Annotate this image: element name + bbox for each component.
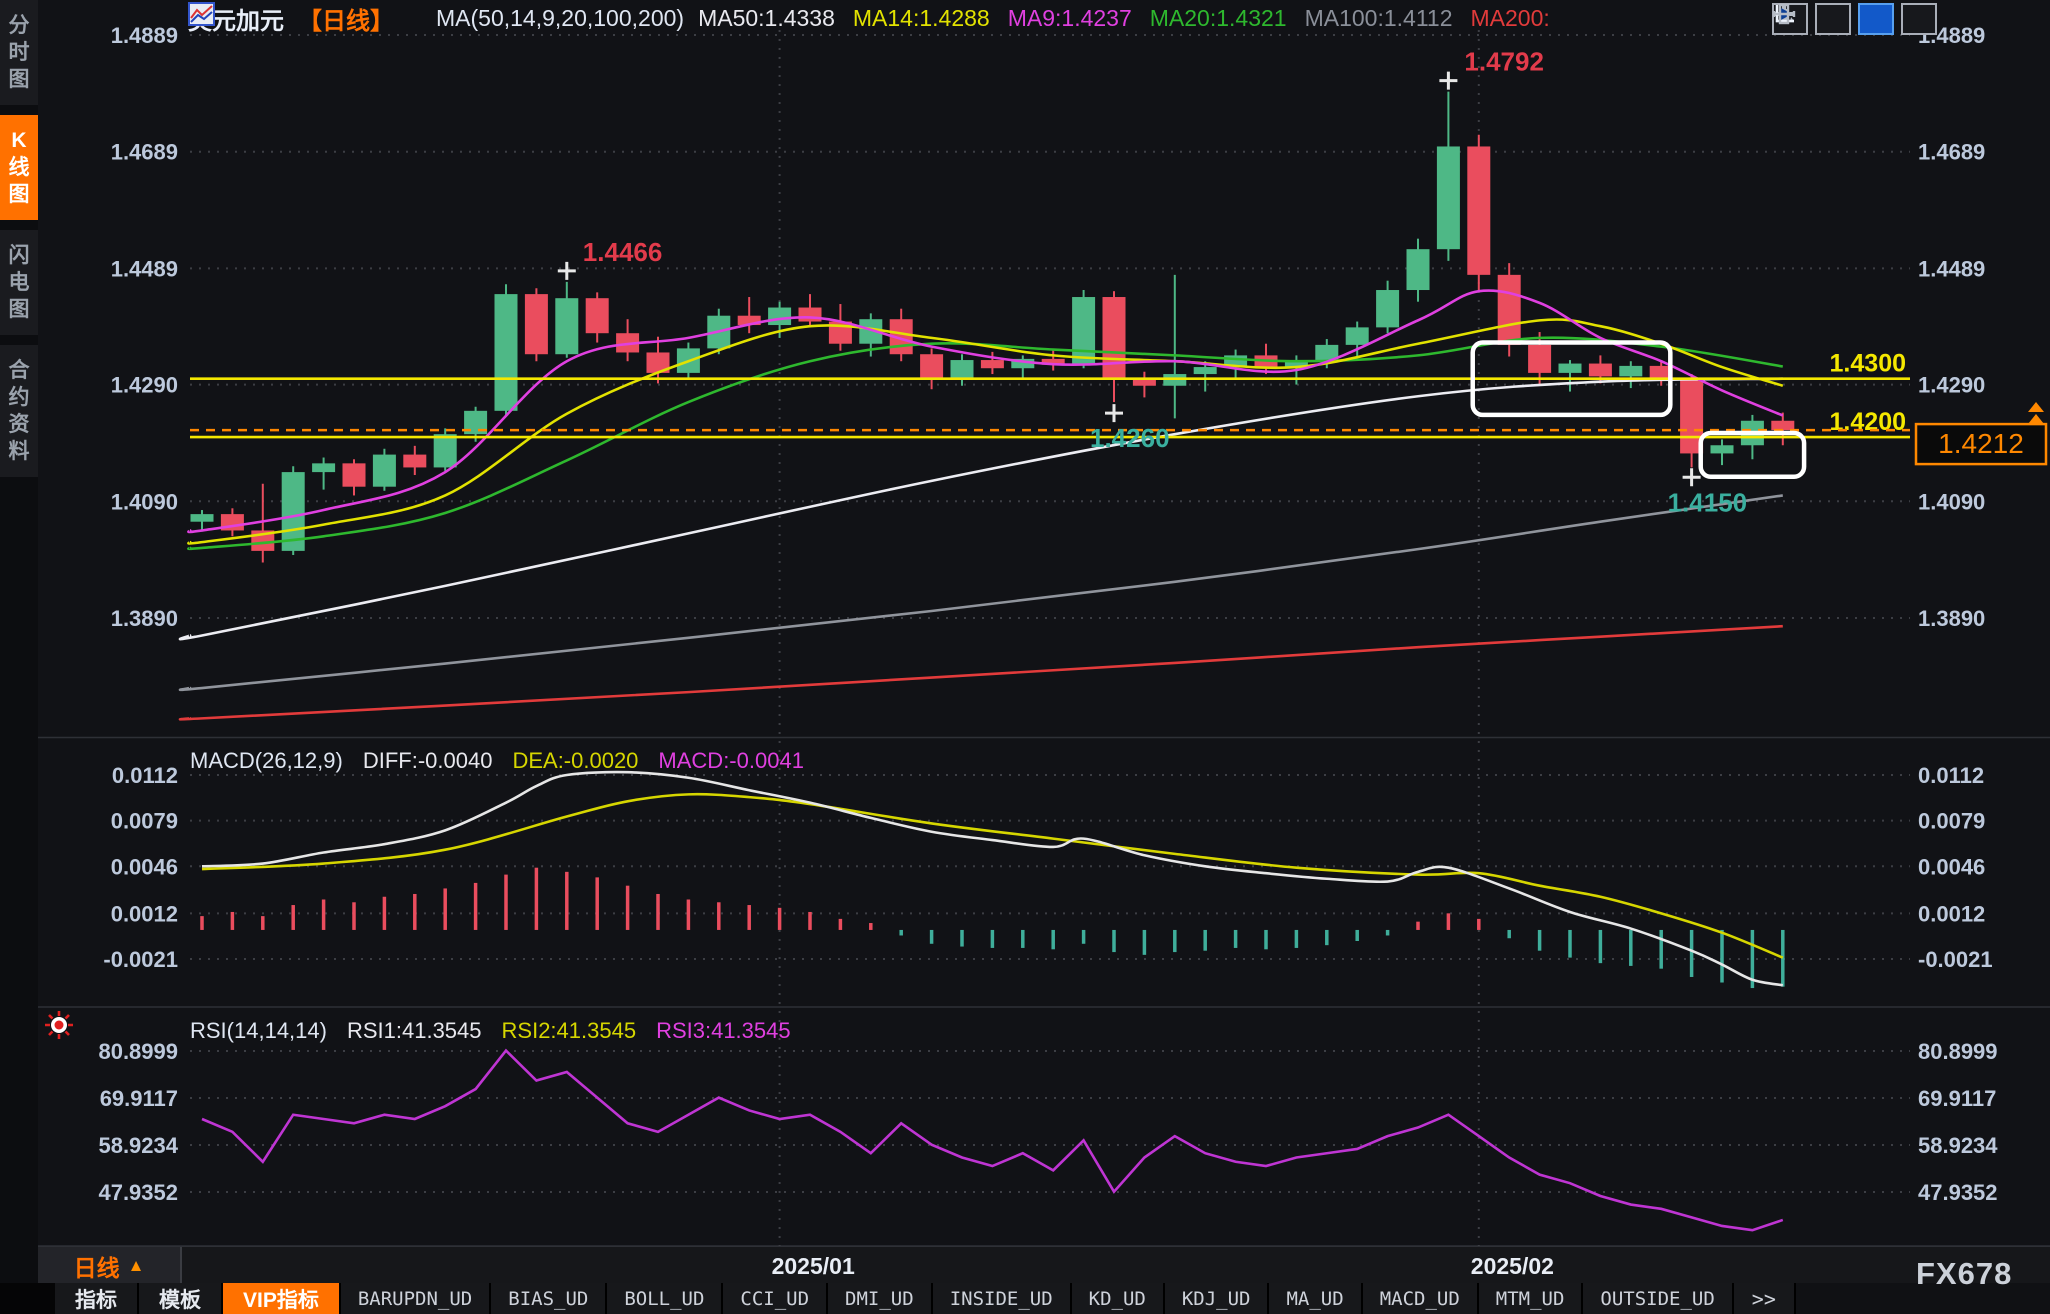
sidebar-item-3[interactable]: 合约资料 <box>0 345 38 477</box>
svg-text:1.4466: 1.4466 <box>583 237 663 267</box>
rsi3-value: RSI3:41.3545 <box>656 1018 791 1044</box>
tabbar-stub <box>0 1283 55 1314</box>
tab-CCI_UD[interactable]: CCI_UD <box>723 1283 828 1314</box>
tab-BARUPDN_UD[interactable]: BARUPDN_UD <box>341 1283 491 1314</box>
ma-value-label: MA9:1.4237 <box>1008 5 1132 31</box>
indicator-tab-bar: 指标模板VIP指标BARUPDN_UDBIAS_UDBOLL_UDCCI_UDD… <box>0 1283 2050 1314</box>
tab-BOLL_UD[interactable]: BOLL_UD <box>607 1283 723 1314</box>
svg-text:1.4689: 1.4689 <box>111 140 178 165</box>
sidebar-item-0[interactable]: 分时图 <box>0 0 38 105</box>
month-label: 2025/01 <box>772 1253 855 1280</box>
svg-text:1.4150: 1.4150 <box>1668 487 1748 517</box>
svg-text:1.4689: 1.4689 <box>1918 140 1985 165</box>
svg-text:1.4260: 1.4260 <box>1090 423 1170 453</box>
svg-text:1.4489: 1.4489 <box>1918 256 1985 281</box>
svg-text:1.4212: 1.4212 <box>1938 428 2024 459</box>
tab-DMI_UD[interactable]: DMI_UD <box>828 1283 933 1314</box>
macd-macd-value: MACD:-0.0041 <box>658 748 804 774</box>
svg-text:0.0079: 0.0079 <box>111 809 178 834</box>
ma-settings-label: MA(50,14,9,20,100,200) <box>436 5 684 32</box>
svg-text:47.9352: 47.9352 <box>1918 1180 1998 1205</box>
svg-text:-0.0021: -0.0021 <box>1918 947 1993 972</box>
tab-KDJ_UD[interactable]: KDJ_UD <box>1165 1283 1270 1314</box>
rsi-settings-label: RSI(14,14,14) <box>190 1018 327 1044</box>
tab-INSIDE_UD[interactable]: INSIDE_UD <box>933 1283 1072 1314</box>
tab-MTM_UD[interactable]: MTM_UD <box>1479 1283 1584 1314</box>
chart-pointer-icon[interactable] <box>1858 3 1894 35</box>
price-chart-canvas[interactable]: 1.48891.48891.46891.46891.44891.44891.42… <box>0 0 2050 1314</box>
chart-type-sidebar: 分时图 K线图闪电图合约资料 <box>0 0 38 1314</box>
ma-value-label: MA20:1.4321 <box>1150 5 1287 31</box>
ma-value-label: MA100:1.4112 <box>1305 5 1453 31</box>
tab-OUTSIDE_UD[interactable]: OUTSIDE_UD <box>1583 1283 1733 1314</box>
svg-text:80.8999: 80.8999 <box>98 1039 178 1064</box>
tab-BIAS_UD[interactable]: BIAS_UD <box>491 1283 607 1314</box>
period-selector-button[interactable]: 日线 ▲ <box>38 1247 182 1284</box>
svg-text:47.9352: 47.9352 <box>98 1180 178 1205</box>
period-label: 日线 <box>74 1249 120 1283</box>
svg-text:1.3890: 1.3890 <box>111 606 178 631</box>
month-label: 2025/02 <box>1471 1253 1554 1280</box>
tab-KD_UD[interactable]: KD_UD <box>1072 1283 1165 1314</box>
chart-toolbar <box>1772 3 1937 35</box>
rsi1-value: RSI1:41.3545 <box>347 1018 482 1044</box>
macd-dea-value: DEA:-0.0020 <box>512 748 638 774</box>
tab--[interactable]: >> <box>1734 1283 1796 1314</box>
tab-VIP指标[interactable]: VIP指标 <box>223 1283 341 1314</box>
svg-text:80.8999: 80.8999 <box>1918 1039 1998 1064</box>
svg-text:58.9234: 58.9234 <box>98 1133 178 1158</box>
svg-text:1.4792: 1.4792 <box>1464 47 1544 77</box>
svg-text:0.0112: 0.0112 <box>112 763 178 788</box>
tab-模板[interactable]: 模板 <box>139 1283 223 1314</box>
ma-values: MA50:1.4338 MA14:1.4288 MA9:1.4237 MA20:1.4… <box>698 5 1568 32</box>
svg-text:-0.0021: -0.0021 <box>103 947 178 972</box>
time-axis-row: 日线 ▲ 2025/01 2025/02 <box>38 1246 2050 1284</box>
svg-text:1.4290: 1.4290 <box>1918 373 1985 398</box>
svg-text:58.9234: 58.9234 <box>1918 1133 1998 1158</box>
sidebar-item-1[interactable]: K线图 <box>0 115 38 220</box>
tab-MACD_UD[interactable]: MACD_UD <box>1363 1283 1479 1314</box>
svg-text:0.0112: 0.0112 <box>1918 763 1984 788</box>
chart-header: 美元加元 【日线】 MA(50,14,9,20,100,200) MA50:1.… <box>188 2 1568 34</box>
tab-指标[interactable]: 指标 <box>55 1283 139 1314</box>
rsi-pane-title: RSI(14,14,14) RSI1:41.3545 RSI2:41.3545 … <box>190 1018 791 1044</box>
svg-text:0.0046: 0.0046 <box>111 854 178 879</box>
watermark: FX678 <box>1916 1256 2012 1292</box>
svg-text:1.4889: 1.4889 <box>111 23 178 48</box>
svg-text:1.4200: 1.4200 <box>1830 408 1906 436</box>
tab-MA_UD[interactable]: MA_UD <box>1269 1283 1362 1314</box>
svg-text:0.0012: 0.0012 <box>1918 901 1985 926</box>
period-tag[interactable]: 【日线】 <box>298 1 394 36</box>
svg-text:1.3890: 1.3890 <box>1918 606 1985 631</box>
triangle-up-icon: ▲ <box>128 1256 145 1276</box>
svg-text:0.0079: 0.0079 <box>1918 809 1985 834</box>
trading-app: 1.48891.48891.46891.46891.44891.44891.42… <box>0 0 2050 1314</box>
ma-value-label: MA14:1.4288 <box>853 5 990 31</box>
svg-text:0.0012: 0.0012 <box>111 901 178 926</box>
ma-value-label: MA50:1.4338 <box>698 5 835 31</box>
svg-text:69.9117: 69.9117 <box>100 1086 178 1111</box>
sidebar-item-2[interactable]: 闪电图 <box>0 230 38 335</box>
svg-text:1.4290: 1.4290 <box>111 373 178 398</box>
chart-axes-icon[interactable] <box>1815 3 1851 35</box>
exit-panel-icon[interactable] <box>1901 3 1937 35</box>
macd-settings-label: MACD(26,12,9) <box>190 748 343 774</box>
svg-text:69.9117: 69.9117 <box>1918 1086 1996 1111</box>
svg-text:1.4090: 1.4090 <box>111 489 178 514</box>
rsi2-value: RSI2:41.3545 <box>502 1018 637 1044</box>
macd-diff-value: DIFF:-0.0040 <box>363 748 493 774</box>
svg-text:0.0046: 0.0046 <box>1918 854 1985 879</box>
macd-pane-title: MACD(26,12,9) DIFF:-0.0040 DEA:-0.0020 M… <box>190 748 804 774</box>
svg-text:1.4300: 1.4300 <box>1830 350 1906 378</box>
svg-text:1.4090: 1.4090 <box>1918 489 1985 514</box>
ma-value-label: MA200: <box>1470 5 1549 31</box>
svg-text:1.4489: 1.4489 <box>111 256 178 281</box>
